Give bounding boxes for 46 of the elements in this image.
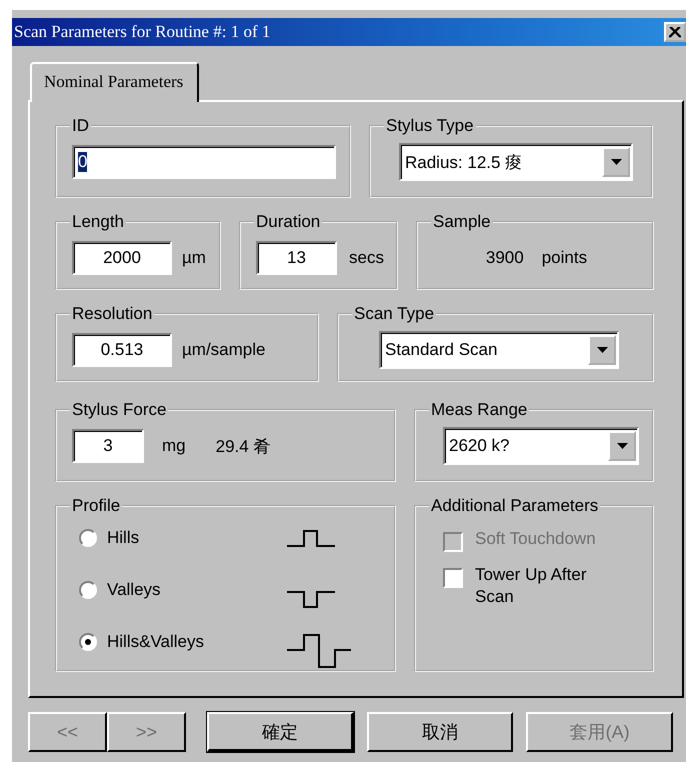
input-field[interactable]: 13 — [256, 241, 338, 275]
group-label: Length — [71, 212, 125, 232]
dialog-button[interactable]: 確定 — [207, 712, 354, 752]
unit-label: points — [542, 248, 588, 268]
dropdown[interactable]: Radius: 12.5 痠 — [399, 143, 633, 181]
waveform-icon — [287, 590, 335, 608]
group-label: Sample — [432, 212, 492, 232]
caret-icon — [610, 159, 622, 165]
group-label: ID — [71, 116, 90, 136]
group-label: Stylus Force — [71, 400, 168, 420]
sample-value: 3900 — [486, 248, 524, 268]
group-label: Meas Range — [430, 400, 528, 420]
close-button[interactable] — [664, 22, 686, 42]
dropdown[interactable]: Standard Scan — [379, 331, 619, 369]
group-label: Additional Parameters — [430, 496, 600, 516]
group-label: Profile — [71, 496, 122, 516]
group-label: Stylus Type — [385, 116, 475, 136]
group-label: Resolution — [71, 304, 154, 324]
unit-label: µm — [182, 248, 206, 268]
radio-label[interactable]: Hills&Valleys — [107, 632, 257, 652]
caret-icon — [616, 443, 628, 449]
window-title: Scan Parameters for Routine #: 1 of 1 — [14, 22, 270, 42]
close-icon — [669, 26, 681, 38]
checkbox-label[interactable]: Tower Up After Scan — [475, 564, 625, 608]
dialog-button[interactable]: 取消 — [366, 712, 514, 752]
radio-button[interactable] — [79, 581, 97, 599]
checkbox[interactable] — [443, 568, 463, 588]
waveform-icon — [287, 530, 335, 546]
waveform-icon — [287, 634, 351, 668]
force-reading: 29.4 肴 — [216, 436, 270, 458]
group-label: Duration — [255, 212, 322, 232]
radio-button[interactable] — [79, 529, 97, 547]
caret-icon — [596, 347, 608, 353]
input-field[interactable]: 0.513 — [72, 333, 172, 367]
unit-label: secs — [349, 248, 384, 268]
input-field[interactable]: 2000 — [72, 241, 172, 275]
dropdown[interactable]: 2620 k? — [443, 427, 639, 465]
input-field[interactable]: 0 — [72, 145, 336, 179]
tab[interactable]: Nominal Parameters — [30, 62, 200, 102]
unit-label: mg — [162, 436, 186, 456]
input-field[interactable]: 3 — [72, 429, 144, 463]
radio-button[interactable] — [79, 633, 97, 651]
radio-label[interactable]: Valleys — [107, 580, 257, 600]
unit-label: µm/sample — [182, 340, 266, 360]
radio-label[interactable]: Hills — [107, 528, 257, 548]
group-label: Scan Type — [353, 304, 436, 324]
